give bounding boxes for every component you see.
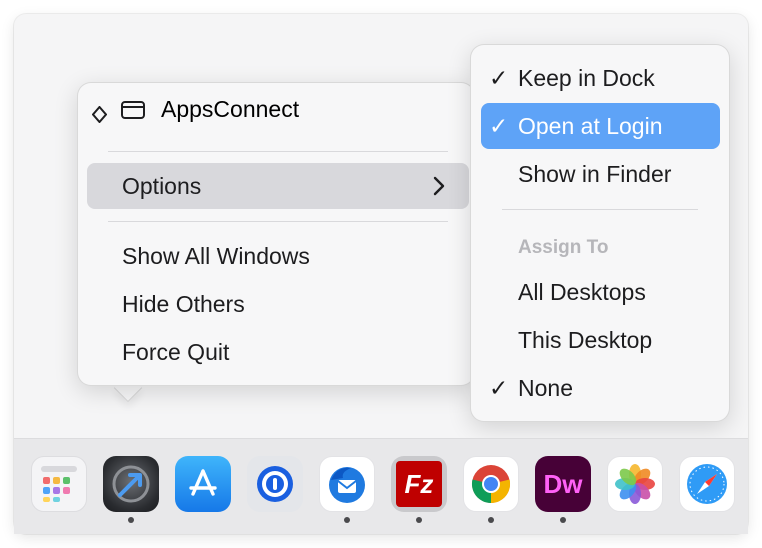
launchpad-icon[interactable] [31, 456, 87, 512]
appsconnect-icon[interactable] [103, 456, 159, 512]
filezilla-icon[interactable]: Fz [391, 456, 447, 512]
thunderbird-icon[interactable] [319, 456, 375, 512]
keep-in-dock-item[interactable]: Keep in Dock [518, 65, 655, 92]
running-indicator [416, 517, 422, 523]
checkmark-icon: ✓ [489, 375, 509, 401]
app-title-row: AppsConnect [91, 96, 300, 124]
running-indicator [488, 517, 494, 523]
safari-icon[interactable] [679, 456, 735, 512]
hide-others-item[interactable]: Hide Others [122, 291, 245, 318]
running-indicator [344, 517, 350, 523]
chrome-icon[interactable] [463, 456, 519, 512]
open-at-login-label: Open at Login [518, 113, 663, 139]
checkmark-icon: ✓ [489, 65, 509, 91]
running-indicator [128, 517, 134, 523]
force-quit-item[interactable]: Force Quit [122, 339, 229, 366]
dreamweaver-icon[interactable]: Dw [535, 456, 591, 512]
assign-to-header: Assign To [518, 237, 609, 258]
filezilla-label: Fz [396, 461, 442, 507]
chevron-right-icon [432, 176, 446, 201]
checkmark-icon: ✓ [489, 113, 509, 139]
1password-icon[interactable] [247, 456, 303, 512]
dreamweaver-label: Dw [543, 468, 583, 499]
options-label: Options [122, 173, 202, 199]
window-icon [121, 100, 145, 119]
this-desktop-item[interactable]: This Desktop [518, 327, 652, 354]
show-all-windows-item[interactable]: Show All Windows [122, 243, 310, 270]
all-desktops-item[interactable]: All Desktops [518, 279, 646, 306]
show-in-finder-item[interactable]: Show in Finder [518, 161, 671, 188]
diamond-icon [91, 102, 108, 124]
menu-separator [108, 221, 448, 222]
photos-icon[interactable] [607, 456, 663, 512]
running-indicator [560, 517, 566, 523]
menu-separator [108, 151, 448, 152]
none-item[interactable]: None [518, 375, 573, 402]
app-name: AppsConnect [161, 96, 300, 122]
menu-separator [502, 209, 698, 210]
app-store-icon[interactable] [175, 456, 231, 512]
options-submenu [470, 44, 730, 422]
